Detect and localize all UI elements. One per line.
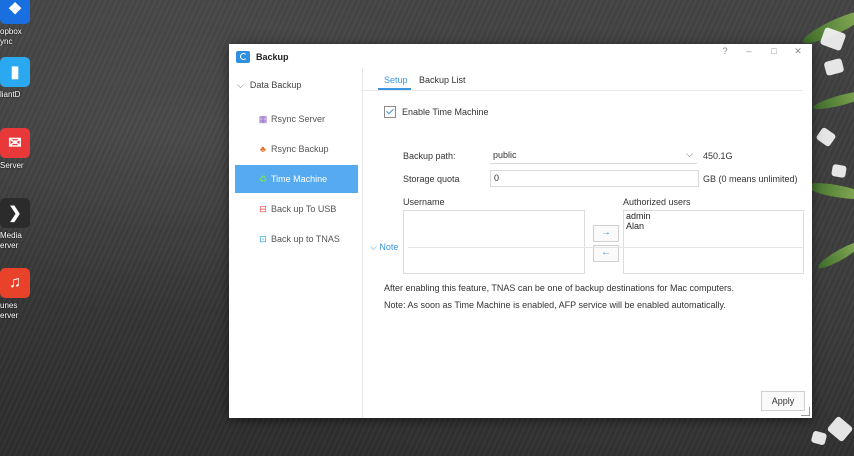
sidebar-item-label: Time Machine [271,174,328,184]
enable-time-machine-label: Enable Time Machine [402,107,489,117]
salt-crystal-decoration [826,415,854,443]
list-item[interactable]: Alan [624,221,803,231]
username-list[interactable] [403,210,585,274]
sidebar-item-label: Rsync Backup [271,144,329,154]
sidebar-item-rsync-backup[interactable]: ♣ Rsync Backup [235,135,358,163]
sidebar-item-label: Back up To USB [271,204,337,214]
tab-bar: Setup Backup List [363,68,803,91]
note-title: Note [379,242,399,252]
storage-quota-unit: GB (0 means unlimited) [703,174,798,184]
add-authorized-user-button[interactable]: → [593,225,619,242]
dropbox-icon: ❖ [0,0,30,24]
close-button[interactable]: ✕ [792,46,804,57]
resize-handle[interactable] [801,407,810,416]
note-line-1: After enabling this feature, TNAS can be… [384,283,735,293]
sidebar-group-label: Data Backup [249,80,302,90]
note-section-toggle[interactable]: ⌵ Note [370,242,398,253]
sidebar-item-back-up-to-usb[interactable]: ⊟ Back up To USB [235,195,358,223]
sidebar-item-label: Back up to TNAS [271,234,340,244]
desktop-shortcut-label: unes [0,301,18,310]
plex-icon: ❯ [0,198,30,228]
rsync-backup-icon: ♣ [260,144,266,154]
usb-backup-icon: ⊟ [259,203,267,214]
window-title: Backup [256,52,289,62]
salt-crystal-decoration [831,163,847,179]
minimize-button[interactable]: – [743,46,755,56]
enable-time-machine-checkbox[interactable] [384,106,396,118]
backup-path-label: Backup path: [403,151,456,161]
sidebar-group-data-backup[interactable]: ⌵ Data Backup [237,80,301,91]
desktop-shortcut-label: ync [0,37,13,46]
desktop-shortcut[interactable]: ✉ [0,128,30,158]
maximize-button[interactable]: □ [768,46,780,56]
desktop-shortcut-label: erver [0,311,19,320]
storage-quota-value: 0 [494,173,500,183]
sidebar: ⌵ Data Backup ▦ Rsync Server ♣ Rsync Backup ♻… [229,68,363,418]
sidebar-item-back-up-to-tnas[interactable]: ⊡ Back up to TNAS [235,225,358,253]
backup-path-size: 450.1G [703,151,733,161]
tab-backup-list[interactable]: Backup List [419,75,466,85]
backup-path-value: public [493,150,517,160]
authorized-users-list[interactable]: admin Alan [623,210,804,274]
chevron-down-icon: ⌵ [237,80,244,90]
herb-leaf-decoration [811,87,854,113]
desktop-shortcut-label: opbox [0,27,22,36]
backup-app-icon [236,51,250,63]
sidebar-item-rsync-server[interactable]: ▦ Rsync Server [235,105,358,133]
rsync-server-icon: ▦ [258,113,268,124]
salt-crystal-decoration [810,430,828,446]
salt-crystal-decoration [815,126,837,148]
itunes-icon: ♫ [0,268,30,298]
desktop-shortcut-label: liantD [0,90,21,99]
chevron-down-icon: ⌵ [686,149,693,159]
note-divider [408,247,803,248]
time-machine-icon: ♻ [258,173,268,184]
download-icon: ▮ [0,57,30,87]
desktop-shortcut[interactable]: ♫ [0,268,30,298]
tnas-backup-icon: ⊡ [259,233,267,244]
storage-quota-label: Storage quota [403,174,460,184]
desktop-shortcut[interactable]: ▮ [0,57,30,87]
mail-icon: ✉ [0,128,30,158]
desktop-shortcut[interactable]: ❯ [0,198,30,228]
chevron-down-icon: ⌵ [370,242,377,252]
herb-leaf-decoration [815,238,854,272]
note-line-2: Note: As soon as Time Machine is enabled… [384,300,726,310]
active-tab-indicator [378,88,411,90]
main-content: Setup Backup List Enable Time Machine Ba… [363,68,812,418]
list-item[interactable]: admin [624,211,803,221]
tab-setup[interactable]: Setup [384,75,408,85]
apply-button[interactable]: Apply [761,391,805,411]
desktop-shortcut[interactable]: ❖ [0,0,30,24]
desktop-shortcut-label: erver [0,241,19,250]
sidebar-item-time-machine[interactable]: ♻ Time Machine [235,165,358,193]
window-titlebar[interactable]: Backup ? – □ ✕ [229,44,812,68]
desktop-shortcut-label: Server [0,161,24,170]
help-button[interactable]: ? [719,46,731,56]
sidebar-item-label: Rsync Server [271,114,326,124]
salt-crystal-decoration [823,57,845,77]
herb-leaf-decoration [805,179,854,203]
backup-path-select[interactable]: public ⌵ [490,147,697,164]
backup-window: Backup ? – □ ✕ ⌵ Data Backup ▦ Rsync Serve… [229,44,812,418]
storage-quota-input[interactable]: 0 [490,170,699,187]
username-label: Username [403,197,445,207]
desktop-shortcut-label: Media [0,231,22,240]
authorized-users-label: Authorized users [623,197,691,207]
